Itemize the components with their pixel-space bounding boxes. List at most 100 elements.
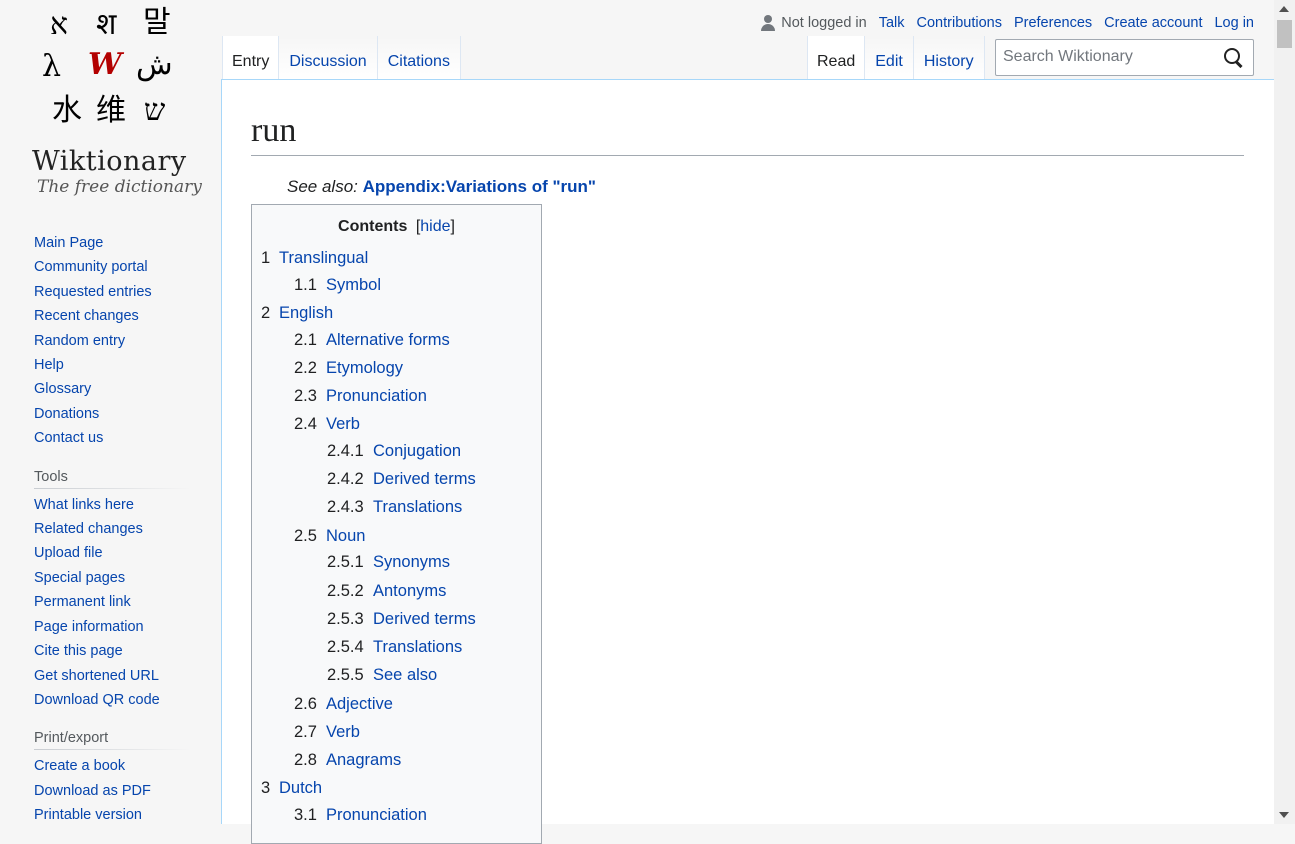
toc-hide-link[interactable]: hide — [420, 218, 450, 235]
toc-item[interactable]: 3.1 Pronunciation — [294, 805, 427, 825]
tab-citations[interactable]: Citations — [376, 36, 461, 80]
tab-entry[interactable]: Entry — [222, 36, 279, 80]
tools-link-upload-file[interactable]: Upload file — [34, 545, 103, 561]
toc-link-derived-terms[interactable]: Derived terms — [373, 610, 476, 628]
toc-link-anagrams[interactable]: Anagrams — [326, 751, 401, 769]
sidebar-link-contact-us[interactable]: Contact us — [34, 430, 103, 446]
log-in-link[interactable]: Log in — [1214, 15, 1254, 31]
print-item-download-as-pdf: Download as PDF — [34, 779, 190, 803]
toc-link-conjugation[interactable]: Conjugation — [373, 442, 461, 460]
toc-link-translingual[interactable]: Translingual — [279, 249, 368, 267]
not-logged-in-text: Not logged in — [781, 15, 867, 31]
sidebar-link-recent-changes[interactable]: Recent changes — [34, 308, 139, 324]
search-icon[interactable] — [1224, 48, 1244, 68]
toc-link-etymology[interactable]: Etymology — [326, 359, 403, 377]
tools-link-what-links-here[interactable]: What links here — [34, 497, 134, 513]
toc-item[interactable]: 2 English — [261, 303, 333, 323]
create-account-link[interactable]: Create account — [1104, 15, 1202, 31]
sidebar-link-donations[interactable]: Donations — [34, 406, 99, 422]
toc-link-pronunciation[interactable]: Pronunciation — [326, 806, 427, 824]
toc-number: 2.5 — [294, 527, 317, 545]
toc-link-pronunciation[interactable]: Pronunciation — [326, 387, 427, 405]
toc-item[interactable]: 2.7 Verb — [294, 722, 360, 742]
toc-item[interactable]: 2.4 Verb — [294, 414, 360, 434]
toc-item[interactable]: 2.2 Etymology — [294, 358, 403, 378]
tab-read[interactable]: Read — [807, 36, 865, 80]
toc-link-verb[interactable]: Verb — [326, 723, 360, 741]
tools-link-permanent-link[interactable]: Permanent link — [34, 594, 131, 610]
toc-item[interactable]: 2.3 Pronunciation — [294, 386, 427, 406]
talk-link[interactable]: Talk — [879, 15, 905, 31]
sidebar-link-random-entry[interactable]: Random entry — [34, 333, 125, 349]
toc-link-dutch[interactable]: Dutch — [279, 779, 322, 797]
toc-link-symbol[interactable]: Symbol — [326, 276, 381, 294]
scrollbar[interactable] — [1274, 0, 1295, 824]
sidebar-link-help[interactable]: Help — [34, 357, 64, 373]
tab-discussion[interactable]: Discussion — [278, 36, 377, 80]
toc-item[interactable]: 2.4.3 Translations — [327, 497, 462, 517]
tools-link-cite-this-page[interactable]: Cite this page — [34, 643, 123, 659]
view-tabs: Read Edit History — [807, 36, 985, 80]
toc-item[interactable]: 3 Dutch — [261, 778, 322, 798]
table-of-contents: Contents [hide] 1 Translingual 1.1 Symbol 2 E… — [251, 204, 542, 844]
toc-item[interactable]: 2.8 Anagrams — [294, 750, 401, 770]
tools-link-special-pages[interactable]: Special pages — [34, 570, 125, 586]
toc-link-alternative-forms[interactable]: Alternative forms — [326, 331, 450, 349]
sidebar-item-random-entry: Random entry — [34, 329, 190, 353]
contributions-link[interactable]: Contributions — [917, 15, 1002, 31]
scroll-down-arrow-icon[interactable] — [1279, 812, 1289, 818]
sidebar-link-main-page[interactable]: Main Page — [34, 235, 103, 251]
toc-item[interactable]: 2.4.2 Derived terms — [327, 469, 476, 489]
tools-link-download-qr-code[interactable]: Download QR code — [34, 692, 160, 708]
toc-item[interactable]: 2.5.4 Translations — [327, 637, 462, 657]
page-title: run — [251, 109, 1244, 156]
toc-link-derived-terms[interactable]: Derived terms — [373, 470, 476, 488]
sidebar-item-community-portal: Community portal — [34, 255, 190, 279]
sidebar-link-requested-entries[interactable]: Requested entries — [34, 284, 152, 300]
tools-item-cite-this-page: Cite this page — [34, 639, 190, 663]
scrollbar-thumb[interactable] — [1277, 20, 1292, 48]
print-link-create-a-book[interactable]: Create a book — [34, 758, 125, 774]
toc-item[interactable]: 2.5.5 See also — [327, 665, 437, 685]
toc-item[interactable]: 2.4.1 Conjugation — [327, 441, 461, 461]
toc-link-synonyms[interactable]: Synonyms — [373, 553, 450, 571]
print-link-printable-version[interactable]: Printable version — [34, 807, 142, 823]
print-link-download-as-pdf[interactable]: Download as PDF — [34, 783, 151, 799]
toc-item[interactable]: 2.6 Adjective — [294, 694, 393, 714]
toc-link-translations[interactable]: Translations — [373, 498, 462, 516]
wiktionary-logo[interactable]: ﬡ श 말 λ W ش 水 维 ש Wiktionary The free di… — [0, 0, 220, 210]
search-input[interactable] — [1003, 46, 1213, 68]
tools-link-page-information[interactable]: Page information — [34, 619, 144, 635]
tools-item-special-pages: Special pages — [34, 566, 190, 590]
toc-number: 2.5.4 — [327, 638, 364, 656]
toc-item[interactable]: 2.5.2 Antonyms — [327, 581, 446, 601]
toc-link-see-also[interactable]: See also — [373, 666, 437, 684]
toc-link-translations[interactable]: Translations — [373, 638, 462, 656]
tab-history[interactable]: History — [912, 36, 985, 80]
tools-item-permanent-link: Permanent link — [34, 590, 190, 614]
toc-link-noun[interactable]: Noun — [326, 527, 365, 545]
toc-item[interactable]: 2.5 Noun — [294, 526, 365, 546]
toc-number: 2.5.3 — [327, 610, 364, 628]
sidebar-item-recent-changes: Recent changes — [34, 304, 190, 328]
toc-number: 2.3 — [294, 387, 317, 405]
toc-item[interactable]: 2.5.1 Synonyms — [327, 552, 450, 572]
toc-item[interactable]: 1 Translingual — [261, 248, 368, 268]
toc-link-verb[interactable]: Verb — [326, 415, 360, 433]
sidebar-item-glossary: Glossary — [34, 377, 190, 401]
toc-item[interactable]: 2.5.3 Derived terms — [327, 609, 476, 629]
toc-link-antonyms[interactable]: Antonyms — [373, 582, 446, 600]
toc-link-english[interactable]: English — [279, 304, 333, 322]
tab-edit[interactable]: Edit — [864, 36, 913, 80]
toc-item[interactable]: 2.1 Alternative forms — [294, 330, 450, 350]
scroll-up-arrow-icon[interactable] — [1279, 6, 1289, 12]
sidebar-link-community-portal[interactable]: Community portal — [34, 259, 148, 275]
sidebar-link-glossary[interactable]: Glossary — [34, 381, 91, 397]
tools-link-related-changes[interactable]: Related changes — [34, 521, 143, 537]
toc-item[interactable]: 1.1 Symbol — [294, 275, 381, 295]
preferences-link[interactable]: Preferences — [1014, 15, 1092, 31]
toc-number: 3 — [261, 779, 271, 797]
see-also-link[interactable]: Appendix:Variations of "run" — [363, 177, 596, 196]
tools-link-get-shortened-url[interactable]: Get shortened URL — [34, 668, 159, 684]
toc-link-adjective[interactable]: Adjective — [326, 695, 393, 713]
